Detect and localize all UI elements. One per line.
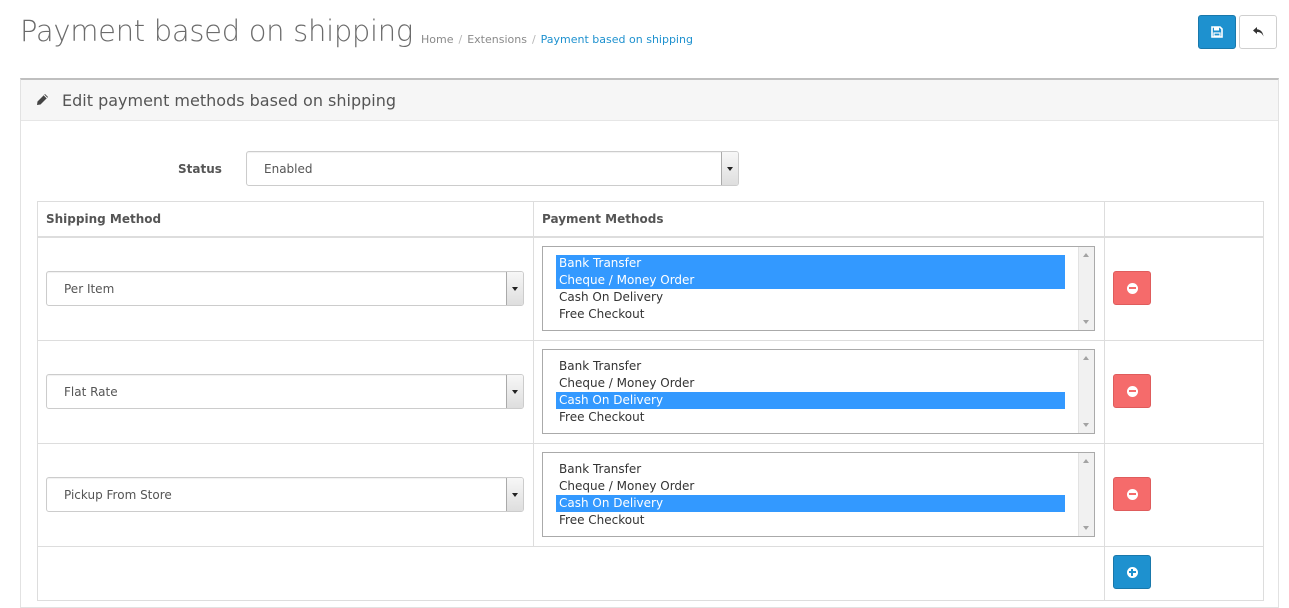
status-label: Status xyxy=(178,162,222,176)
payment-option[interactable]: Cheque / Money Order xyxy=(556,478,1065,495)
shipping-method-select[interactable]: Flat Rate xyxy=(46,374,524,409)
column-header-actions xyxy=(1105,202,1263,238)
panel-title: Edit payment methods based on shipping xyxy=(62,91,397,110)
remove-row-button[interactable] xyxy=(1113,477,1151,511)
mapping-table: Shipping Method Payment Methods Per Item… xyxy=(37,201,1264,601)
panel-heading: Edit payment methods based on shipping xyxy=(21,80,1278,121)
page-header: Payment based on shipping Home / Extension… xyxy=(0,0,1289,78)
shipping-method-value: Per Item xyxy=(64,282,115,296)
column-divider xyxy=(1104,202,1105,600)
remove-row-button[interactable] xyxy=(1113,271,1151,305)
listbox-scrollbar[interactable] xyxy=(1078,247,1094,330)
shipping-method-select[interactable]: Per Item xyxy=(46,271,524,306)
payment-methods-listbox[interactable]: Bank Transfer Cheque / Money Order Cash … xyxy=(542,452,1095,537)
plus-circle-icon xyxy=(1126,566,1138,578)
status-select-value: Enabled xyxy=(264,162,313,176)
minus-circle-icon xyxy=(1126,385,1138,397)
remove-row-button[interactable] xyxy=(1113,374,1151,408)
shipping-method-value: Pickup From Store xyxy=(64,488,172,502)
breadcrumb-extensions[interactable]: Extensions xyxy=(467,33,527,46)
payment-option[interactable]: Free Checkout xyxy=(556,306,1065,323)
shipping-method-select[interactable]: Pickup From Store xyxy=(46,477,524,512)
row-divider xyxy=(38,546,1263,547)
payment-option[interactable]: Bank Transfer xyxy=(556,358,1065,375)
status-select[interactable]: Enabled xyxy=(246,151,739,186)
row-divider xyxy=(38,443,1263,444)
payment-option[interactable]: Cash On Delivery xyxy=(556,392,1065,409)
floppy-disk-icon xyxy=(1211,26,1223,38)
payment-option[interactable]: Free Checkout xyxy=(556,512,1065,529)
breadcrumb-separator: / xyxy=(531,33,536,46)
chevron-down-icon xyxy=(506,478,523,511)
payment-option[interactable]: Cash On Delivery xyxy=(556,495,1065,512)
listbox-scrollbar[interactable] xyxy=(1078,453,1094,536)
payment-methods-listbox[interactable]: Bank Transfer Cheque / Money Order Cash … xyxy=(542,349,1095,434)
listbox-scrollbar[interactable] xyxy=(1078,350,1094,433)
minus-circle-icon xyxy=(1126,282,1138,294)
chevron-down-icon xyxy=(721,152,738,185)
chevron-down-icon xyxy=(506,375,523,408)
breadcrumb-home[interactable]: Home xyxy=(421,33,453,46)
column-header-shipping: Shipping Method xyxy=(38,202,533,238)
minus-circle-icon xyxy=(1126,488,1138,500)
payment-option[interactable]: Free Checkout xyxy=(556,409,1065,426)
back-button[interactable] xyxy=(1239,15,1277,49)
payment-option[interactable]: Cheque / Money Order xyxy=(556,375,1065,392)
add-row-button[interactable] xyxy=(1113,555,1151,589)
column-header-payment: Payment Methods xyxy=(534,202,1104,238)
payment-methods-listbox[interactable]: Bank Transfer Cheque / Money Order Cash … xyxy=(542,246,1095,331)
payment-option[interactable]: Cash On Delivery xyxy=(556,289,1065,306)
pencil-icon xyxy=(37,94,48,105)
save-button[interactable] xyxy=(1198,15,1236,49)
edit-panel: Edit payment methods based on shipping S… xyxy=(20,78,1279,608)
breadcrumb-current[interactable]: Payment based on shipping xyxy=(541,33,693,46)
payment-option[interactable]: Bank Transfer xyxy=(556,255,1065,272)
shipping-method-value: Flat Rate xyxy=(64,385,118,399)
page-title: Payment based on shipping xyxy=(20,14,413,48)
reply-arrow-icon xyxy=(1252,27,1263,37)
payment-option[interactable]: Cheque / Money Order xyxy=(556,272,1065,289)
column-divider xyxy=(533,202,534,546)
payment-option[interactable]: Bank Transfer xyxy=(556,461,1065,478)
breadcrumb: Home / Extensions / Payment based on shippin… xyxy=(421,33,693,46)
chevron-down-icon xyxy=(506,272,523,305)
row-divider xyxy=(38,340,1263,341)
breadcrumb-separator: / xyxy=(458,33,463,46)
